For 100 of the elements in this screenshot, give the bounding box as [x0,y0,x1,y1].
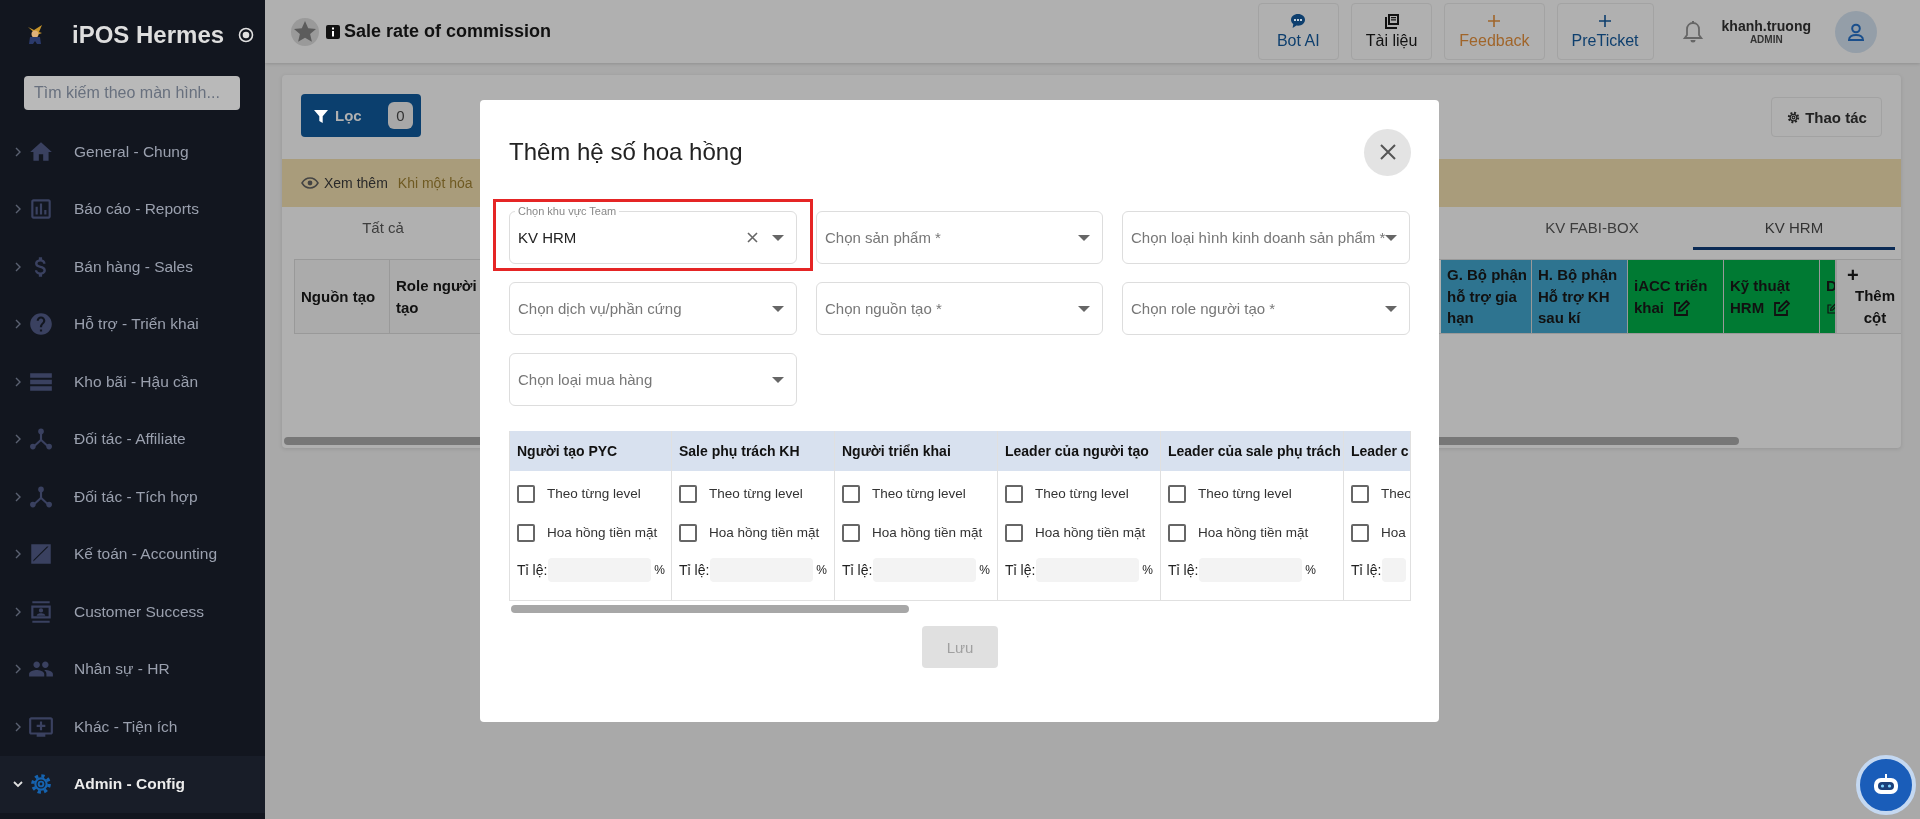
sidebar-item[interactable]: Kho bãi - Hậu cần [0,353,265,411]
sidebar-item[interactable]: Khác - Tiện ích [0,698,265,756]
mascot-icon [26,23,44,47]
plus-icon [1486,13,1503,29]
notice-text: Khi một hóa [397,175,473,191]
checkbox[interactable] [1168,523,1186,542]
close-button[interactable] [1364,128,1411,176]
caret-icon [1385,305,1397,312]
rate-label: Tỉ lệ: [1351,562,1382,578]
column-header: Leader c [1344,431,1410,471]
user-role: ADMIN [1749,34,1783,45]
checkbox[interactable] [679,484,697,503]
column-header: Leader của người tạo [998,431,1160,471]
chatbot-button[interactable] [1856,755,1916,815]
column-header: iACC triển khai [1628,260,1724,333]
column-header: Sale phụ trách KH [672,431,834,471]
checkbox[interactable] [1005,484,1023,503]
bell-icon [1681,19,1704,44]
dialog-title: Thêm hệ số hoa hồng [509,138,743,166]
checkbox[interactable] [517,484,535,503]
checkbox[interactable] [1005,523,1023,542]
caret-icon [1078,305,1090,312]
checkbox-label: Hoa hồng tiền mặt [872,525,983,540]
column-header: H. Bộ phận Hỗ trợ KH sau kí [1532,260,1628,333]
caret-icon [772,234,784,241]
close-icon [1378,143,1397,161]
caret-icon [772,305,784,312]
checkbox-label: Theo từng level [1035,486,1129,501]
checkbox[interactable] [1351,484,1369,503]
save-button: Lưu [922,626,998,668]
sidebar-item[interactable]: Bán hàng - Sales [0,238,265,296]
caret-icon [772,376,784,383]
checkbox[interactable] [1168,484,1186,503]
caret-icon [1078,234,1090,241]
app-brand: iPOS Hermes [72,21,225,49]
checkbox[interactable] [842,484,860,503]
percent-sign: % [816,563,827,577]
search-field[interactable]: Tìm kiếm theo màn hình... [24,76,240,110]
actions-button[interactable]: Thao tác [1771,97,1882,137]
rate-label: Tỉ lệ: [842,562,873,578]
scrollbar[interactable] [511,605,909,613]
checkbox-label: Hoa hồng tiền mặt [709,525,820,540]
rate-label: Tỉ lệ: [517,562,548,578]
sidebar-item[interactable]: Nhân sự - HR [0,640,265,698]
checkbox[interactable] [517,523,535,542]
column-header: Leader của sale phụ trách [1161,431,1343,471]
tab[interactable]: Tất cả [282,207,484,250]
checkbox-label: Theo từng level [1198,486,1292,501]
filter-icon [313,107,329,124]
toolbar-button[interactable]: Bot AI [1257,3,1339,60]
rate-label: Tỉ lệ: [679,562,710,578]
checkbox-label: Hoa hồng tiền mặt [1035,525,1146,540]
notice-link[interactable]: Xem thêm [301,175,388,191]
sidebar-item[interactable]: Admin - Config [0,755,265,813]
robot-icon [1871,773,1901,797]
checkbox[interactable] [679,523,697,542]
contact-card-icon [28,598,54,625]
tab[interactable]: KV FABI-BOX [1491,207,1693,250]
percent-sign: % [1305,563,1316,577]
column-header: Nguồn tạo [295,260,390,333]
checkbox-label: Theo từng level [547,486,641,501]
checkbox[interactable] [842,523,860,542]
sidebar-item[interactable]: Báo cáo - Reports [0,180,265,238]
gear-icon [1786,109,1802,125]
tab[interactable]: KV HRM [1693,207,1895,250]
checkbox-label: Hoa hồng tiền mặt [547,525,658,540]
person-icon [1846,21,1866,42]
toolbar-button[interactable]: PreTicket [1556,3,1654,60]
caret-icon [1385,234,1398,241]
checkbox-label: Theo từng level [872,486,966,501]
user-avatar[interactable] [1835,10,1877,53]
sidebar-item[interactable]: Đối tác - Tích hợp [0,468,265,526]
sidebar-item[interactable]: General - Chung [0,123,265,181]
column-header: Người triển khai [835,431,997,471]
filter-button[interactable]: Lọc 0 [301,94,421,137]
documents-icon [1383,13,1400,29]
percent-sign: % [979,563,990,577]
radio-icon [238,27,255,43]
plus-icon [1597,13,1614,29]
sidebar-item[interactable]: Hỗ trợ - Triển khai [0,295,265,353]
sidebar-item[interactable]: Đối tác - Affiliate [0,410,265,468]
page-title: Sale rate of commission [344,21,552,42]
checkbox[interactable] [1351,523,1369,542]
eye-icon [301,177,319,189]
info-icon [326,24,340,39]
add-column-button[interactable]: + Thêm cột [1836,260,1901,333]
checkbox-label: Hoa [1381,525,1406,540]
user-name: khanh.truong [1721,18,1811,34]
count-badge: 0 [388,102,413,129]
sidebar-item[interactable]: Kế toán - Accounting [0,525,265,583]
percent-sign: % [1142,563,1153,577]
chat-bubble-icon [1290,13,1307,29]
toolbar-button[interactable]: Tài liệu [1350,3,1433,60]
column-header: Kỹ thuật HRM [1724,260,1820,333]
column-header: G. Bộ phận hỗ trợ gia hạn [1441,260,1532,333]
checkbox-label: Hoa hồng tiền mặt [1198,525,1309,540]
rate-label: Tỉ lệ: [1168,562,1199,578]
sidebar-item[interactable]: Customer Success [0,583,265,641]
checkbox-label: Theo từng level [709,486,803,501]
column-header: Người tạo PYC [510,431,671,471]
